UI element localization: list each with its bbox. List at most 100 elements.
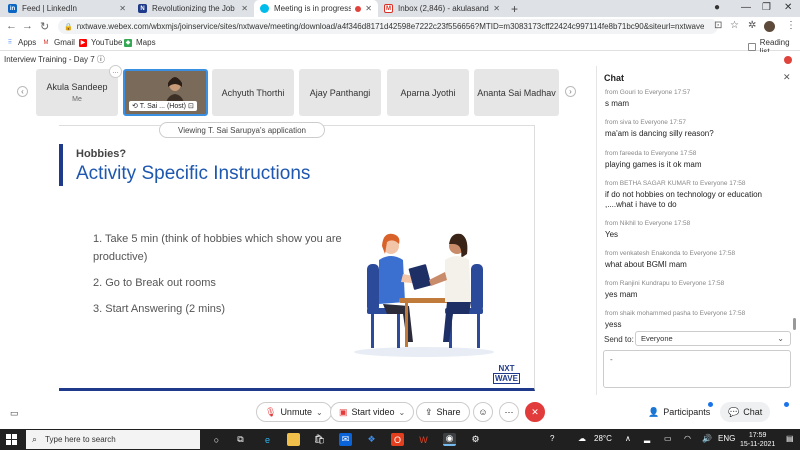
- office-icon[interactable]: O: [391, 433, 404, 446]
- task-view-icon[interactable]: ⧉: [234, 433, 247, 446]
- slide-accent-bar: [59, 144, 63, 186]
- share-button[interactable]: ⇪ Share: [416, 402, 470, 422]
- participant-tile[interactable]: Achyuth Thorthi: [212, 69, 294, 116]
- reload-icon[interactable]: ↻: [40, 20, 49, 33]
- chrome-icon[interactable]: ◉: [443, 433, 456, 446]
- emoji-icon: ☺: [478, 407, 488, 417]
- edge-icon[interactable]: e: [261, 433, 274, 446]
- message-text: s mam: [605, 99, 629, 108]
- minimize-icon[interactable]: —: [741, 2, 751, 13]
- audio-icon: ⟲: [132, 103, 138, 110]
- chevron-down-icon[interactable]: ⌄: [316, 408, 323, 417]
- close-icon[interactable]: ✕: [365, 4, 372, 13]
- notifications-icon[interactable]: ▤: [786, 434, 794, 443]
- closed-captions-icon[interactable]: ▭: [10, 408, 19, 419]
- battery-icon[interactable]: ▭: [664, 434, 672, 443]
- scroll-left-icon[interactable]: ‹: [17, 86, 28, 97]
- settings-icon[interactable]: ⚙: [469, 433, 482, 446]
- mail-icon[interactable]: ✉: [339, 433, 352, 446]
- send-to-label: Send to:: [604, 335, 634, 344]
- menu-icon[interactable]: ⋮: [786, 20, 796, 31]
- chat-scrollbar[interactable]: [793, 318, 796, 330]
- bookmark-gmail[interactable]: M Gmail: [42, 38, 75, 47]
- tab-webex-meeting[interactable]: Meeting is in progress... ✕: [254, 0, 378, 17]
- cortana-icon[interactable]: ○: [210, 433, 223, 446]
- tab-search-icon[interactable]: ●: [714, 2, 720, 13]
- dropbox-icon[interactable]: ❖: [365, 433, 378, 446]
- taskbar-clock[interactable]: 17:59 15-11-2021: [740, 431, 775, 449]
- message-text: playing games is it ok mam: [605, 160, 702, 169]
- temperature-label[interactable]: 28°C: [594, 434, 612, 443]
- mic-muted-icon: 🎙: [265, 406, 277, 417]
- meeting-title[interactable]: Interview Training - Day 7 ⓘ: [4, 54, 105, 65]
- maximize-icon[interactable]: ❐: [762, 2, 771, 13]
- wifi-icon[interactable]: ◠: [684, 434, 691, 443]
- scroll-right-icon[interactable]: ›: [565, 86, 576, 97]
- install-icon[interactable]: ⊡: [714, 20, 722, 31]
- participants-label: Participants: [663, 407, 711, 417]
- video-off-icon: ▣: [339, 406, 348, 417]
- url-bar[interactable]: 🔒 nxtwave.webex.com/wbxmjs/joinservice/s…: [58, 19, 718, 34]
- more-options-icon[interactable]: …: [109, 65, 122, 78]
- slide-bullet: 3. Start Answering (2 mins): [93, 303, 226, 315]
- participant-tile-host[interactable]: ⟲ T. Sai ... (Host) ⊡: [123, 69, 208, 116]
- forward-icon[interactable]: →: [22, 20, 33, 32]
- close-icon[interactable]: ✕: [493, 4, 500, 13]
- participant-tile[interactable]: Ajay Panthangi: [299, 69, 381, 116]
- taskbar-search-input[interactable]: ⌕ Type here to search: [26, 430, 200, 449]
- close-icon[interactable]: ✕: [241, 4, 248, 13]
- window-close-icon[interactable]: ✕: [784, 2, 792, 13]
- slide-bullet: 2. Go to Break out rooms: [93, 277, 216, 289]
- weather-icon[interactable]: ☁: [578, 434, 586, 443]
- new-tab-button[interactable]: +: [511, 2, 518, 16]
- bookmark-youtube[interactable]: ▶ YouTube: [79, 38, 122, 47]
- participant-tile[interactable]: Aparna Jyothi: [387, 69, 469, 116]
- unmute-button[interactable]: 🎙 Unmute ⌄: [256, 402, 332, 422]
- store-icon[interactable]: 🛍: [313, 433, 326, 446]
- tab-gmail[interactable]: M Inbox (2,846) - akulasandeep0551 ✕: [378, 0, 506, 17]
- chat-panel: Chat ✕ from Gouri to Everyone 17:57 s ma…: [596, 66, 800, 395]
- file-explorer-icon[interactable]: [287, 433, 300, 446]
- close-icon[interactable]: ✕: [119, 4, 126, 13]
- tab-nxtwave[interactable]: N Revolutionizing the Job Market | ✕: [132, 0, 254, 17]
- reactions-button[interactable]: ☺: [473, 402, 493, 422]
- unmute-label: Unmute: [280, 407, 312, 417]
- chat-label: Chat: [743, 407, 763, 417]
- chat-message-input[interactable]: -: [603, 350, 791, 388]
- windows-start-icon[interactable]: [6, 434, 17, 445]
- lock-icon: 🔒: [64, 23, 73, 31]
- leave-indicator-icon[interactable]: [784, 56, 792, 64]
- clock-time: 17:59: [748, 432, 767, 439]
- meeting-controls: ▭ 🎙 Unmute ⌄ ▣ Start video ⌄ ⇪ Share ☺ ⋯…: [0, 395, 800, 429]
- bookmark-label: Apps: [18, 38, 37, 47]
- shared-slide: Hobbies? Activity Specific Instructions …: [59, 125, 535, 391]
- network-icon[interactable]: ▂: [644, 434, 650, 443]
- bookmark-apps[interactable]: ⠿ Apps: [6, 38, 36, 47]
- close-chat-icon[interactable]: ✕: [783, 72, 791, 83]
- participants-button[interactable]: 👤 Participants: [640, 402, 719, 422]
- bookmark-star-icon[interactable]: ☆: [730, 20, 739, 31]
- language-label[interactable]: ENG: [718, 434, 735, 443]
- back-icon[interactable]: ←: [6, 20, 17, 32]
- bookmark-maps[interactable]: ◆ Maps: [124, 38, 156, 47]
- tray-chevron-icon[interactable]: ∧: [625, 434, 631, 443]
- volume-icon[interactable]: 🔊: [702, 434, 712, 443]
- message-meta: from Ranjini Kundrapu to Everyone 17:58: [605, 280, 725, 287]
- participant-tile-self[interactable]: Akula Sandeep Me …: [36, 65, 122, 116]
- tab-linkedin[interactable]: in Feed | LinkedIn ✕: [2, 0, 132, 17]
- app-w-icon[interactable]: W: [417, 433, 430, 446]
- help-icon[interactable]: ?: [550, 434, 554, 443]
- extensions-icon[interactable]: ✲: [748, 20, 756, 31]
- chat-button[interactable]: 💬 Chat: [720, 402, 771, 422]
- participant-tile[interactable]: Ananta Sai Madhav: [474, 69, 559, 116]
- start-video-button[interactable]: ▣ Start video ⌄: [330, 402, 415, 422]
- chevron-down-icon[interactable]: ⌄: [399, 408, 406, 417]
- send-to-select[interactable]: Everyone ⌄: [635, 331, 791, 346]
- leave-meeting-button[interactable]: ✕: [525, 402, 545, 422]
- more-options-button[interactable]: ⋯: [499, 402, 519, 422]
- search-icon: ⌕: [32, 434, 38, 444]
- profile-avatar[interactable]: [764, 21, 775, 32]
- apps-grid-icon: ⠿: [7, 40, 13, 46]
- gmail-icon: M: [43, 39, 49, 46]
- shared-content-stage: Hobbies? Activity Specific Instructions …: [0, 118, 596, 395]
